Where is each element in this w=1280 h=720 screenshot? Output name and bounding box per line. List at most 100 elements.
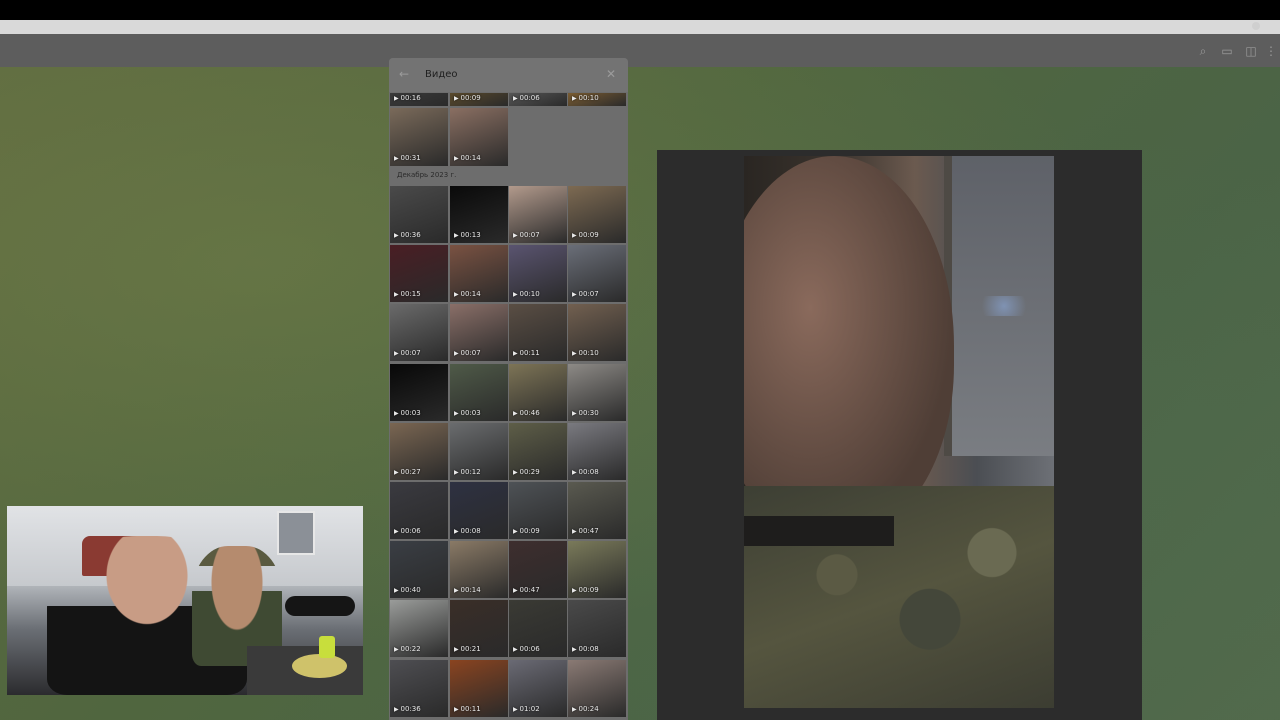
back-arrow-icon[interactable]: ← (399, 67, 409, 81)
video-duration: 00:06 (513, 645, 540, 654)
microphone (285, 596, 355, 616)
more-menu-icon[interactable]: ⋮ (1264, 44, 1278, 58)
video-thumbnail[interactable]: 00:22 (390, 600, 448, 658)
video-thumbnail[interactable]: 00:14 (450, 108, 508, 166)
close-icon[interactable]: ✕ (606, 67, 616, 81)
search-icon[interactable]: ⌕ (1196, 44, 1210, 58)
video-duration: 00:07 (394, 349, 421, 358)
green-cup (319, 636, 335, 658)
video-duration: 00:36 (394, 705, 421, 714)
video-thumbnail[interactable]: 00:24 (568, 659, 626, 717)
video-duration: 00:14 (454, 586, 481, 595)
video-duration: 01:02 (513, 705, 540, 714)
video-thumbnail[interactable]: 00:36 (390, 659, 448, 717)
video-duration: 00:13 (454, 231, 481, 240)
video-thumbnail[interactable]: 00:14 (450, 245, 508, 303)
video-thumbnail[interactable]: 00:10 (509, 245, 567, 303)
video-thumbnail[interactable]: 00:36 (390, 186, 448, 243)
video-thumbnail[interactable]: 00:11 (509, 304, 567, 362)
video-thumbnail[interactable]: 00:14 (450, 541, 508, 599)
video-duration: 00:30 (572, 409, 599, 418)
video-thumbnail[interactable]: 00:06 (390, 482, 448, 539)
comments-icon[interactable]: ▭ (1220, 44, 1234, 58)
video-duration: 00:16 (394, 94, 421, 103)
video-thumbnail[interactable]: 00:11 (450, 659, 508, 717)
screen-top-bar (0, 0, 1280, 20)
video-duration: 00:10 (572, 349, 599, 358)
video-thumbnail[interactable]: 00:47 (568, 482, 626, 539)
video-thumbnail[interactable]: 00:31 (390, 108, 448, 166)
video-thumbnail[interactable]: 00:09 (450, 93, 508, 106)
video-duration: 00:11 (513, 349, 540, 358)
video-player-frame[interactable] (744, 156, 1054, 708)
video-duration: 00:22 (394, 645, 421, 654)
video-duration: 00:07 (513, 231, 540, 240)
video-duration: 00:09 (454, 94, 481, 103)
video-thumbnail[interactable]: 00:40 (390, 541, 448, 599)
video-duration: 00:07 (454, 349, 481, 358)
video-thumbnail[interactable]: 00:10 (568, 93, 626, 106)
video-thumbnail[interactable]: 00:03 (450, 363, 508, 421)
video-duration: 00:15 (394, 290, 421, 299)
sidebar-toggle-icon[interactable]: ◫ (1244, 44, 1258, 58)
video-duration: 00:24 (572, 705, 599, 714)
video-duration: 00:10 (513, 290, 540, 299)
video-thumbnail[interactable]: 00:07 (390, 304, 448, 362)
person-head (744, 156, 954, 536)
video-thumbnail[interactable]: 00:06 (509, 93, 567, 106)
video-thumbnail[interactable]: 00:47 (509, 541, 567, 599)
video-duration: 00:27 (394, 468, 421, 477)
video-duration: 00:03 (394, 409, 421, 418)
video-duration: 00:08 (572, 645, 599, 654)
video-duration: 00:11 (454, 705, 481, 714)
video-duration: 00:40 (394, 586, 421, 595)
video-thumbnail[interactable]: 00:21 (450, 600, 508, 658)
webcam-overlay (7, 506, 363, 695)
video-thumbnail[interactable]: 00:08 (568, 422, 626, 480)
video-thumbnail[interactable]: 00:46 (509, 363, 567, 421)
video-thumbnail[interactable]: 00:03 (390, 363, 448, 421)
video-thumbnail[interactable]: 00:16 (390, 93, 448, 106)
video-thumbnail[interactable]: 00:07 (568, 245, 626, 303)
video-thumbnail[interactable]: 00:12 (450, 422, 508, 480)
window-control-icon[interactable] (1252, 22, 1260, 30)
video-thumbnail[interactable]: 00:10 (568, 304, 626, 362)
video-duration: 00:06 (394, 527, 421, 536)
video-thumbnail[interactable]: 00:08 (450, 482, 508, 539)
video-thumbnail[interactable]: 00:30 (568, 363, 626, 421)
video-thumbnail[interactable]: 00:08 (568, 600, 626, 658)
video-duration: 00:08 (572, 468, 599, 477)
video-duration: 00:09 (572, 231, 599, 240)
video-duration: 00:36 (394, 231, 421, 240)
video-thumbnail[interactable]: 00:09 (509, 482, 567, 539)
dark-shirt (744, 516, 894, 546)
video-duration: 00:09 (513, 527, 540, 536)
video-thumbnail[interactable]: 00:27 (390, 422, 448, 480)
video-duration: 00:08 (454, 527, 481, 536)
video-duration: 00:09 (572, 586, 599, 595)
video-thumbnail[interactable]: 00:13 (450, 186, 508, 243)
video-duration: 00:47 (572, 527, 599, 536)
video-thumbnail[interactable]: 00:06 (509, 600, 567, 658)
video-thumbnail[interactable]: 00:15 (390, 245, 448, 303)
video-thumbnail[interactable]: 01:02 (509, 659, 567, 717)
video-thumbnail[interactable]: 00:09 (568, 541, 626, 599)
video-duration: 00:14 (454, 154, 481, 163)
video-duration: 00:46 (513, 409, 540, 418)
video-duration: 00:31 (394, 154, 421, 163)
video-duration: 00:21 (454, 645, 481, 654)
panel-title: Видео (425, 69, 458, 80)
chat-header: ⌕ ▭ ◫ ⋮ (0, 34, 1280, 67)
video-duration: 00:12 (454, 468, 481, 477)
window-title-bar (0, 20, 1280, 34)
video-thumbnail[interactable]: 00:29 (509, 422, 567, 480)
video-duration: 00:10 (572, 94, 599, 103)
panel-header: ← Видео ✕ (389, 58, 628, 92)
video-duration: 00:07 (572, 290, 599, 299)
video-thumbnail[interactable]: 00:09 (568, 186, 626, 243)
city-lights (974, 296, 1034, 316)
video-thumbnail[interactable]: 00:07 (509, 186, 567, 243)
garage-window (277, 511, 315, 555)
month-label: Декабрь 2023 г. (397, 171, 457, 179)
video-thumbnail[interactable]: 00:07 (450, 304, 508, 362)
